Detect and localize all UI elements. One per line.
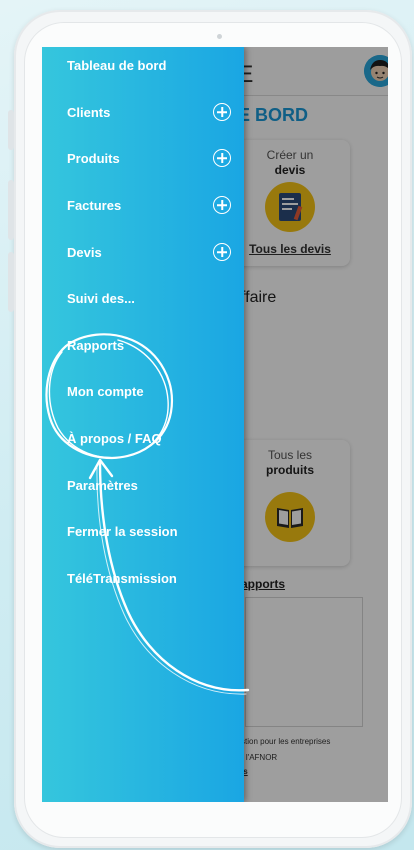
menu-item-clients[interactable]: Clients xyxy=(42,89,244,135)
menu-item-label: Mon compte xyxy=(67,383,144,399)
menu-item-suivi[interactable]: Suivi des... xyxy=(42,275,244,321)
plus-circle-icon[interactable] xyxy=(213,196,231,214)
menu-item-fermer-session[interactable]: Fermer la session xyxy=(42,508,244,554)
menu-item-tableau-de-bord[interactable]: Tableau de bord xyxy=(42,47,244,88)
menu-item-label: Tableau de bord xyxy=(67,57,167,73)
menu-item-label: Paramètres xyxy=(67,477,138,493)
menu-item-a-propos[interactable]: À propos / FAQ xyxy=(42,415,244,461)
menu-item-label: Clients xyxy=(67,104,111,120)
menu-item-teletransmission[interactable]: TéléTransmission xyxy=(42,555,244,601)
phone-side-button xyxy=(8,110,14,150)
menu-item-label: Rapports xyxy=(67,337,125,353)
menu-item-factures[interactable]: Factures xyxy=(42,182,244,228)
menu-item-produits[interactable]: Produits xyxy=(42,135,244,181)
menu-item-rapports[interactable]: Rapports xyxy=(42,322,244,368)
menu-item-parametres[interactable]: Paramètres xyxy=(42,462,244,508)
plus-circle-icon[interactable] xyxy=(213,149,231,167)
phone-side-button xyxy=(8,180,14,240)
menu-item-label: Fermer la session xyxy=(67,523,178,539)
menu-item-label: Suivi des... xyxy=(67,290,135,306)
plus-circle-icon[interactable] xyxy=(213,103,231,121)
menu-item-mon-compte[interactable]: Mon compte xyxy=(42,368,244,414)
menu-item-label: Devis xyxy=(67,244,102,260)
menu-item-label: À propos / FAQ xyxy=(67,430,162,446)
menu-item-label: Produits xyxy=(67,150,120,166)
phone-side-button xyxy=(8,252,14,312)
menu-item-label: Factures xyxy=(67,197,122,213)
nav-drawer: Tableau de bord Clients Produits Facture… xyxy=(42,47,244,802)
camera-dot xyxy=(217,34,222,39)
app-screen: IIE E BORD Créer un devis xyxy=(42,47,388,802)
menu-item-label: TéléTransmission xyxy=(67,570,177,586)
plus-circle-icon[interactable] xyxy=(213,243,231,261)
menu-item-devis[interactable]: Devis xyxy=(42,229,244,275)
